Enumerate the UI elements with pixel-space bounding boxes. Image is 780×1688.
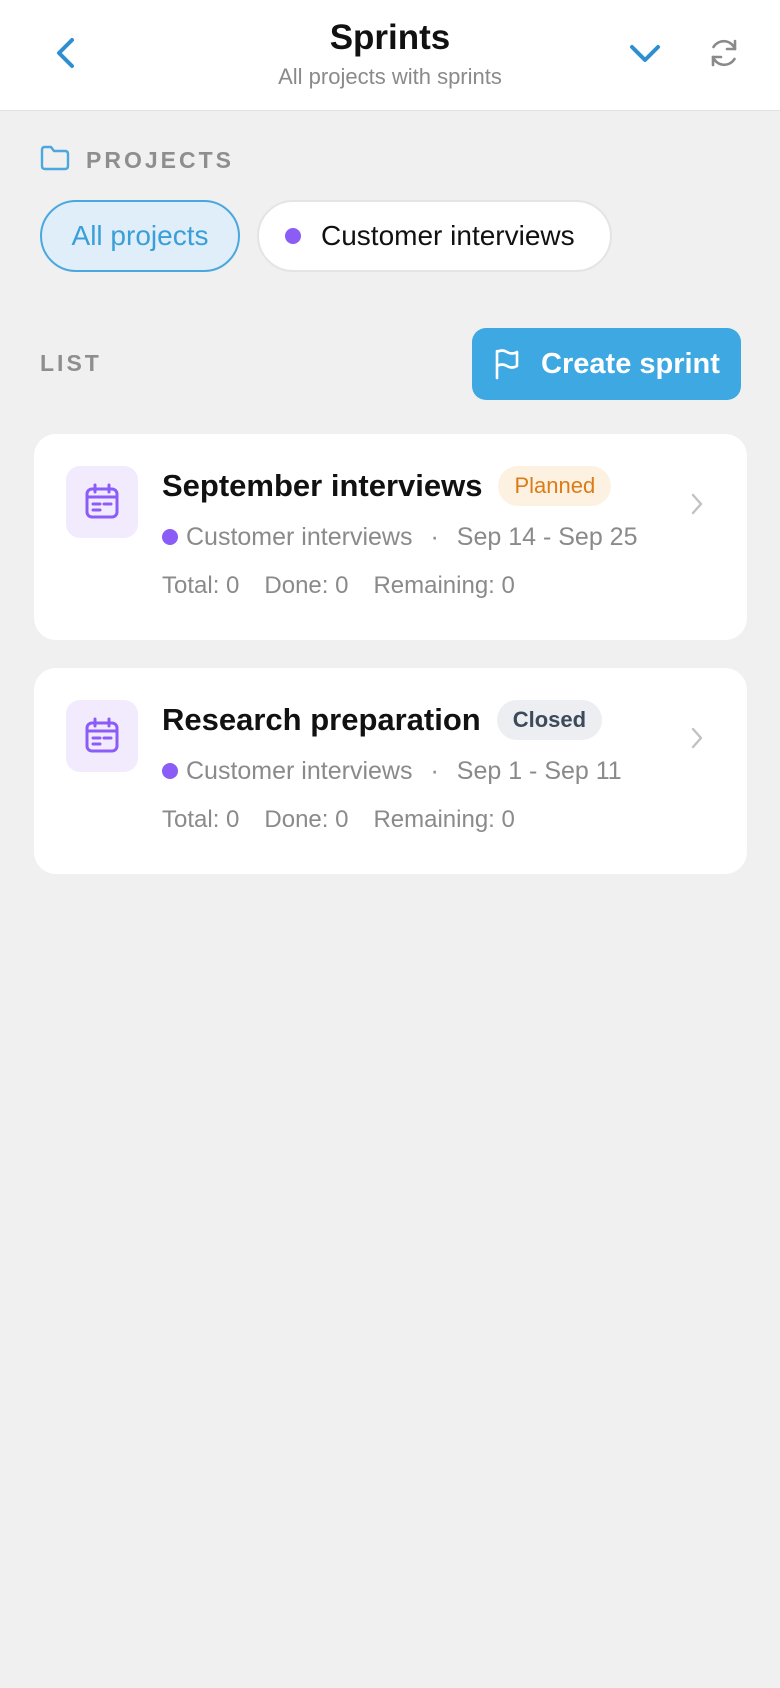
chip-customer-interviews[interactable]: Customer interviews (257, 200, 612, 272)
create-sprint-label: Create sprint (541, 347, 720, 380)
sprint-title: September interviews (162, 468, 483, 503)
stat-remaining: Remaining: 0 (373, 806, 515, 833)
chip-label: Customer interviews (321, 220, 575, 251)
stat-done: Done: 0 (264, 806, 349, 833)
sprint-title-row: September interviews Planned (162, 464, 612, 508)
sprint-dates: Sep 14 - Sep 25 (456, 522, 638, 551)
project-color-dot (285, 228, 301, 244)
stat-total: Total: 0 (162, 572, 240, 599)
chip-all-projects[interactable]: All projects (40, 200, 240, 272)
sprint-project: Customer interviews (186, 522, 413, 551)
folder-icon (40, 145, 70, 176)
chevron-right-icon (683, 724, 711, 752)
stat-total: Total: 0 (162, 806, 240, 833)
sprint-card-september-interviews[interactable]: September interviews Planned Customer in… (34, 434, 747, 640)
sprint-stats: Total: 0 Done: 0 Remaining: 0 (162, 806, 540, 834)
sprint-title: Research preparation (162, 702, 481, 737)
calendar-icon (66, 466, 138, 538)
projects-section-header: PROJECTS (40, 144, 234, 176)
meta-separator: · (430, 756, 439, 785)
sprint-stats: Total: 0 Done: 0 Remaining: 0 (162, 572, 540, 600)
refresh-icon (707, 36, 741, 75)
meta-separator: · (430, 522, 439, 551)
list-label: LIST (40, 350, 102, 376)
project-color-dot (162, 529, 178, 545)
projects-label: PROJECTS (86, 146, 234, 173)
status-badge: Closed (496, 700, 603, 740)
sprint-card-research-preparation[interactable]: Research preparation Closed Customer int… (34, 668, 747, 874)
sprint-meta: Customer interviews · Sep 1 - Sep 11 (162, 754, 622, 788)
calendar-icon (66, 700, 138, 772)
sprint-project: Customer interviews (186, 756, 413, 785)
project-dropdown-button[interactable] (620, 30, 670, 80)
project-color-dot (162, 763, 178, 779)
status-badge: Planned (498, 466, 612, 506)
chevron-right-icon (683, 490, 711, 518)
chip-label: All projects (71, 220, 209, 251)
create-sprint-button[interactable]: Create sprint (472, 328, 741, 400)
flag-icon (493, 348, 521, 380)
top-bar: Sprints All projects with sprints (0, 0, 780, 111)
sprint-title-row: Research preparation Closed (162, 698, 603, 742)
stat-remaining: Remaining: 0 (373, 572, 515, 599)
sprint-dates: Sep 1 - Sep 11 (456, 756, 622, 785)
chevron-down-icon (628, 42, 662, 69)
refresh-button[interactable] (699, 30, 749, 80)
sprint-meta: Customer interviews · Sep 14 - Sep 25 (162, 520, 637, 554)
stat-done: Done: 0 (264, 572, 349, 599)
